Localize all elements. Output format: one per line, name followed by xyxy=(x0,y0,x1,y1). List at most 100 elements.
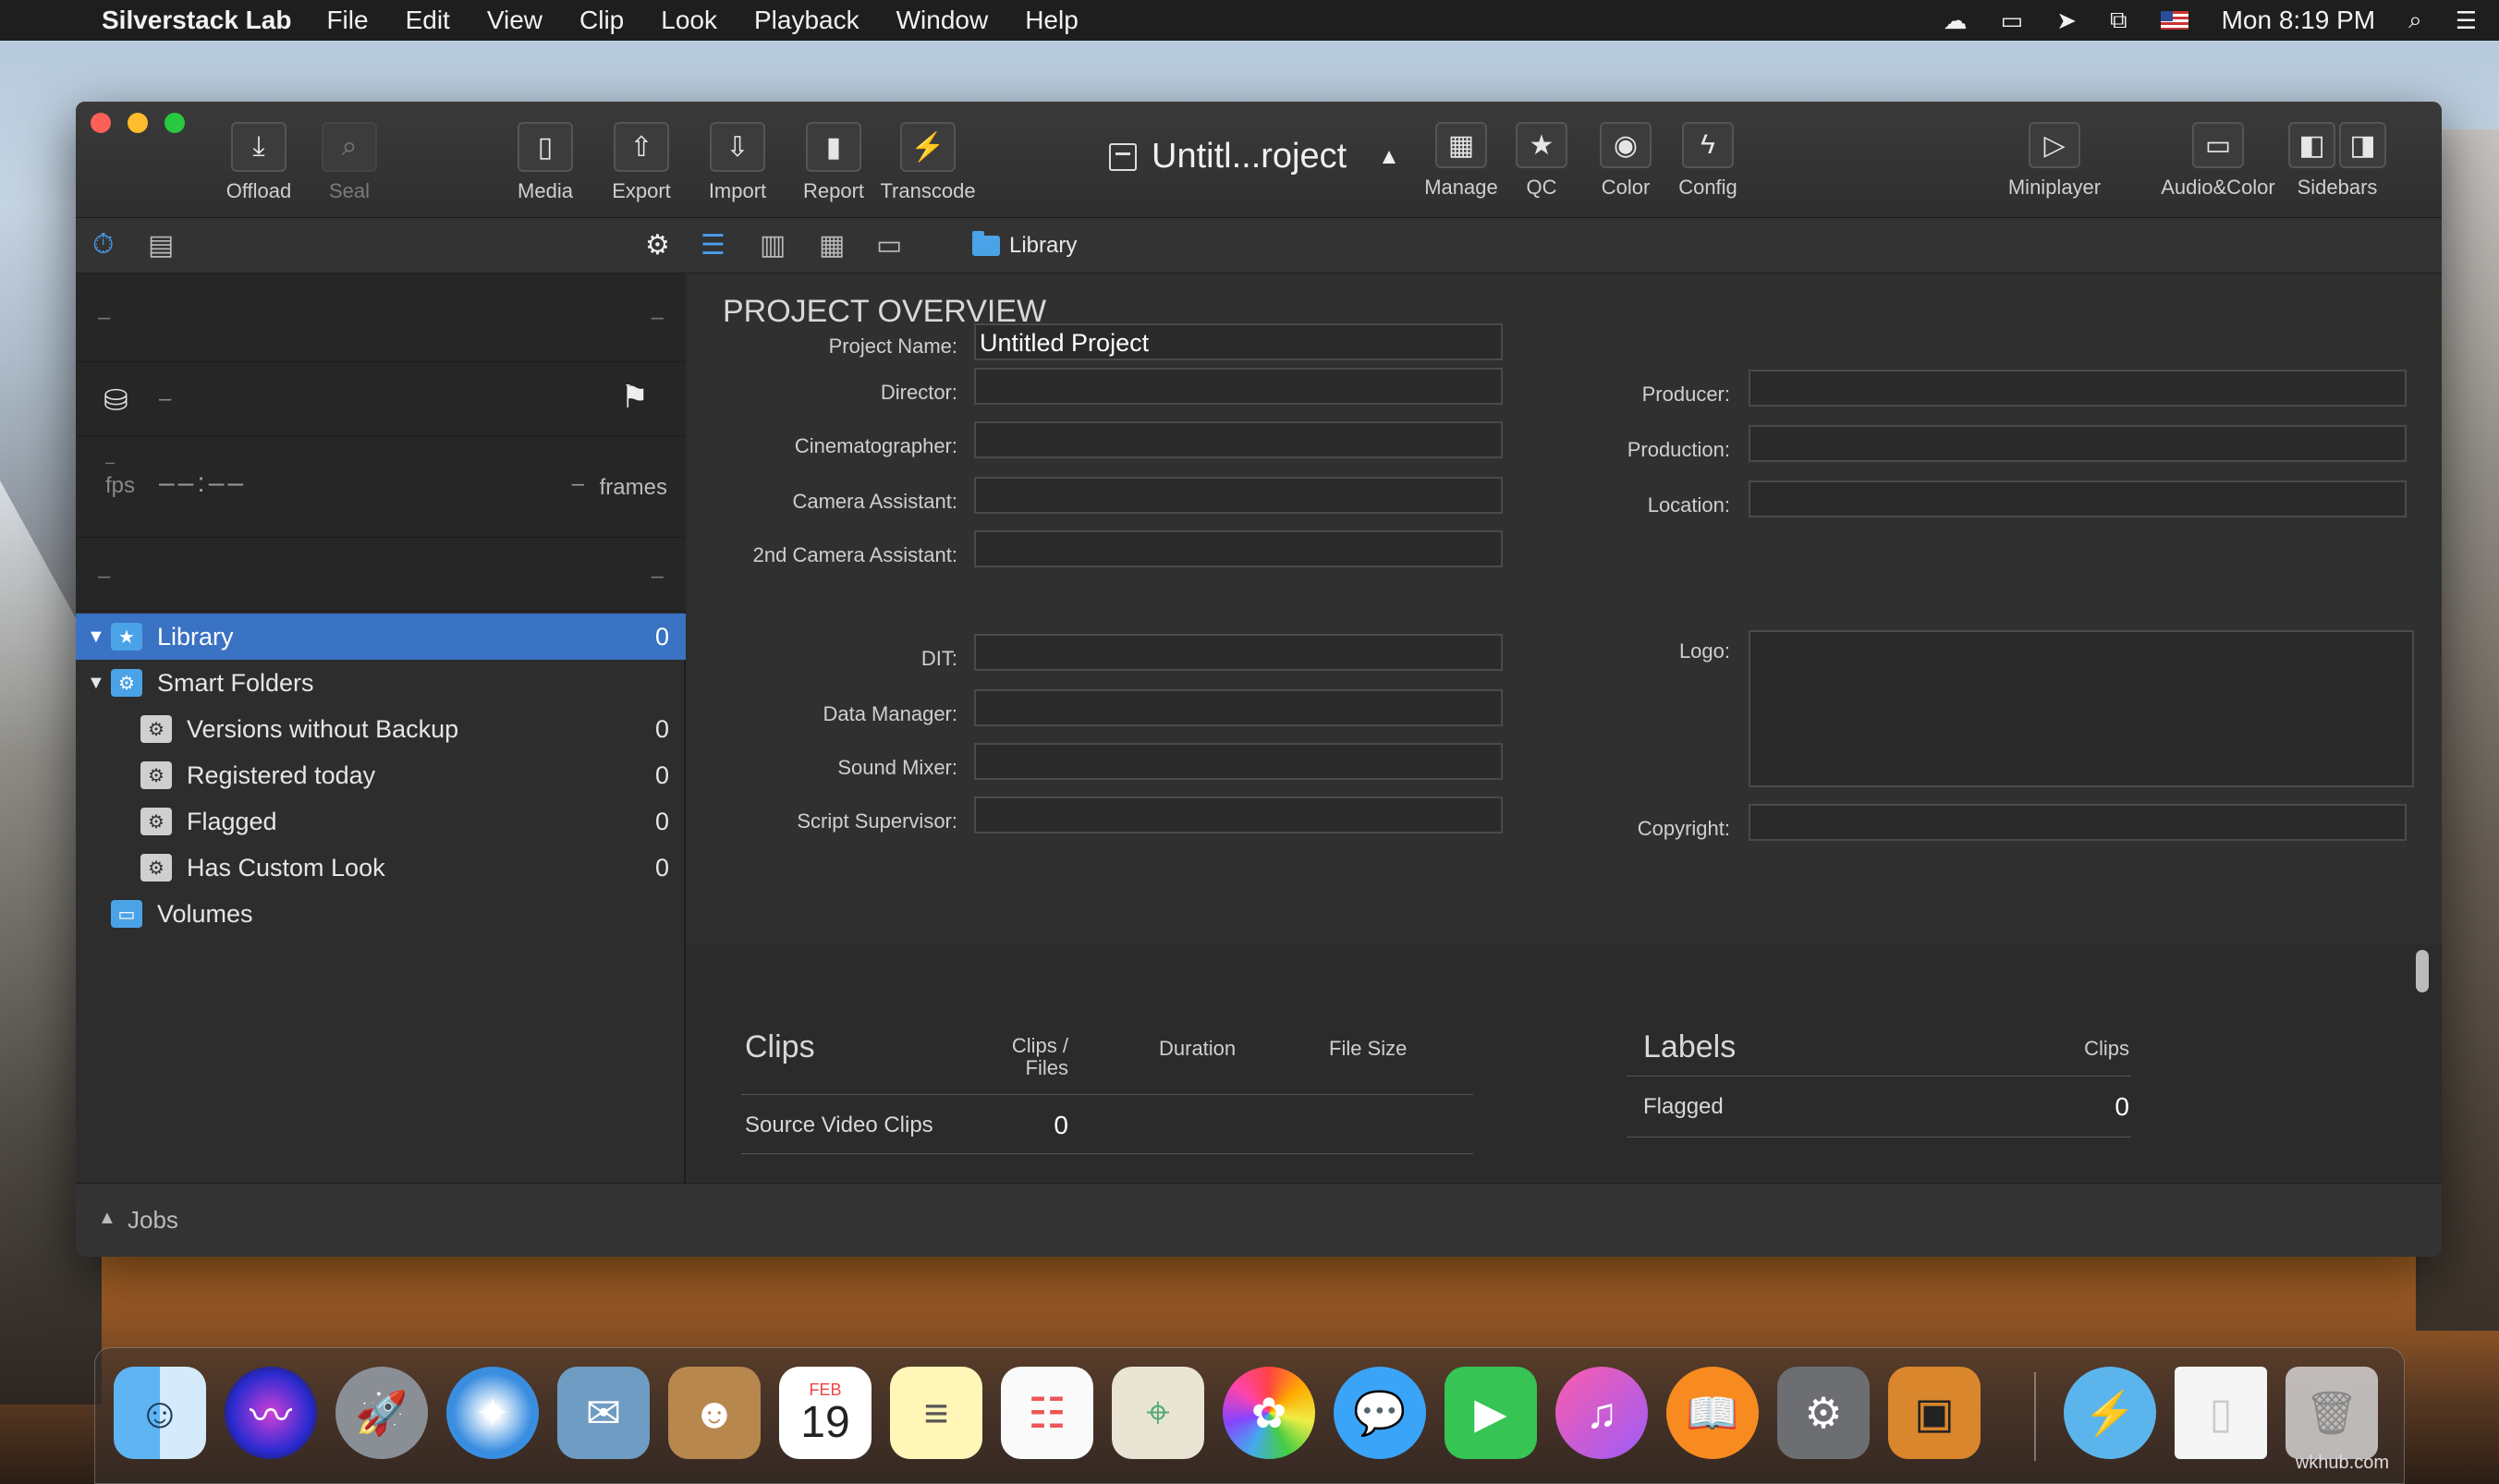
sidebar-item-library[interactable]: ▼ ★ Library 0 xyxy=(76,614,686,660)
reminders-icon[interactable]: ☷ xyxy=(1001,1367,1093,1459)
creative-cloud-icon[interactable]: ☁ xyxy=(1944,6,1968,35)
clock[interactable]: Mon 8:19 PM xyxy=(2222,6,2376,35)
producer-field[interactable] xyxy=(1749,370,2407,407)
seal-label: Seal xyxy=(328,179,371,202)
source-video-clips-label: Source Video Clips xyxy=(745,1113,933,1137)
safari-compass-icon[interactable]: ✦ xyxy=(446,1367,539,1459)
location-field[interactable] xyxy=(1749,480,2407,517)
grid-view-icon[interactable]: ▦ xyxy=(819,229,845,262)
import-button[interactable]: ⇩ Import xyxy=(699,122,776,203)
mail-eagle-icon[interactable]: ✉ xyxy=(557,1367,650,1459)
media-label: Media xyxy=(518,179,573,202)
itunes-icon[interactable]: ♫ xyxy=(1555,1367,1648,1459)
sidebar-item-flagged[interactable]: ⚙ Flagged 0 xyxy=(76,798,686,845)
airplay-display-icon[interactable]: ▭ xyxy=(2001,6,2024,35)
color-wheel-icon: ◉ xyxy=(1600,122,1652,168)
facetime-icon[interactable]: ▶ xyxy=(1445,1367,1537,1459)
close-window-button[interactable] xyxy=(91,113,111,133)
script-supervisor-field[interactable] xyxy=(974,797,1503,833)
export-button[interactable]: ⇧ Export xyxy=(604,122,678,203)
report-button[interactable]: ▮ Report xyxy=(797,122,871,203)
zoom-window-button[interactable] xyxy=(165,113,185,133)
sound-mixer-field[interactable] xyxy=(974,743,1503,780)
siri-icon[interactable]: 〰 xyxy=(225,1367,317,1459)
document-file-icon[interactable]: ▯ xyxy=(2175,1367,2267,1459)
sidebar-info-band-1: – – xyxy=(76,274,686,362)
toolbar: ⤓ Offload ⌕ Seal ▯ Media ⇧ Export ⇩ Impo… xyxy=(76,102,2442,218)
display-mirror-icon[interactable]: ⧉ xyxy=(2110,6,2127,35)
menu-app-name[interactable]: Silverstack Lab xyxy=(102,6,291,35)
production-field[interactable] xyxy=(1749,425,2407,462)
thunder-app-icon[interactable]: ⚡ xyxy=(2064,1367,2156,1459)
location-icon[interactable]: ➤ xyxy=(2056,6,2077,35)
second-camera-assistant-field[interactable] xyxy=(974,530,1503,567)
spotlight-search-icon[interactable]: ⌕ xyxy=(2408,6,2422,35)
menu-help[interactable]: Help xyxy=(1025,6,1079,35)
project-name-field[interactable]: Untitled Project xyxy=(974,323,1503,360)
sidebars-button[interactable]: ◧ ◨ Sidebars xyxy=(2288,122,2386,200)
transcode-button[interactable]: ⚡ Transcode xyxy=(872,122,983,203)
menu-clip[interactable]: Clip xyxy=(579,6,624,35)
notes-icon[interactable]: ≡ xyxy=(890,1367,982,1459)
menu-look[interactable]: Look xyxy=(661,6,717,35)
photos-icon[interactable]: ✿ xyxy=(1223,1367,1315,1459)
maps-icon[interactable]: ⌖ xyxy=(1112,1367,1204,1459)
list-view-icon[interactable]: ☰ xyxy=(701,229,725,262)
qc-button[interactable]: ★ QC xyxy=(1514,122,1569,200)
menu-file[interactable]: File xyxy=(326,6,368,35)
menu-edit[interactable]: Edit xyxy=(406,6,450,35)
seal-button[interactable]: ⌕ Seal xyxy=(312,122,386,203)
audio-color-button[interactable]: ▭ Audio&Color xyxy=(2153,122,2283,200)
camera-assistant-field[interactable] xyxy=(974,477,1503,514)
sidebar-item-registered-today[interactable]: ⚙ Registered today 0 xyxy=(76,752,686,798)
manage-button[interactable]: ▦ Manage xyxy=(1420,122,1503,200)
notification-center-icon[interactable]: ☰ xyxy=(2456,6,2477,35)
timer-icon[interactable]: ⏱ xyxy=(92,229,114,261)
us-flag-icon[interactable] xyxy=(2160,11,2188,30)
column-view-icon[interactable]: ▥ xyxy=(760,229,786,262)
project-eject-icon[interactable]: ▲ xyxy=(1378,144,1400,170)
jobs-bar[interactable]: ▲ Jobs xyxy=(76,1183,2442,1257)
silverstack-lab-icon[interactable]: ▣ xyxy=(1888,1367,1981,1459)
finder-icon[interactable]: ☺ xyxy=(114,1367,206,1459)
player-view-icon[interactable]: ▭ xyxy=(876,229,902,262)
copyright-field[interactable] xyxy=(1749,804,2407,841)
media-button[interactable]: ▯ Media xyxy=(508,122,582,203)
media-icon: ▯ xyxy=(518,122,573,172)
menu-playback[interactable]: Playback xyxy=(754,6,859,35)
data-manager-field[interactable] xyxy=(974,689,1503,726)
breadcrumb[interactable]: Library xyxy=(972,231,1077,259)
offload-button[interactable]: ⤓ Offload xyxy=(222,122,296,203)
system-preferences-gear-icon[interactable]: ⚙ xyxy=(1777,1367,1870,1459)
sidebar-item-has-custom-look[interactable]: ⚙ Has Custom Look 0 xyxy=(76,845,686,891)
scrollbar-thumb[interactable] xyxy=(2416,950,2429,992)
sidebar-item-versions-without-backup[interactable]: ⚙ Versions without Backup 0 xyxy=(76,706,686,752)
disclosure-open-icon[interactable]: ▼ xyxy=(87,673,111,694)
flag-icon[interactable]: ⚑ xyxy=(621,379,649,416)
gear-icon[interactable]: ⚙ xyxy=(645,229,670,262)
minimize-window-button[interactable] xyxy=(128,113,148,133)
disclosure-open-icon[interactable]: ▼ xyxy=(87,626,111,648)
trash-icon[interactable]: 🗑 xyxy=(2286,1367,2378,1459)
logo-drop-area[interactable] xyxy=(1749,630,2414,787)
color-button[interactable]: ◉ Color xyxy=(1593,122,1658,200)
menu-window[interactable]: Window xyxy=(896,6,989,35)
config-button[interactable]: ϟ Config xyxy=(1671,122,1745,200)
sidebar-item-volumes[interactable]: ▭ Volumes xyxy=(76,891,686,937)
project-title[interactable]: Untitl...roject ▲ xyxy=(1109,137,1400,176)
contacts-icon[interactable]: ☻ xyxy=(668,1367,761,1459)
transcode-label: Transcode xyxy=(880,179,976,202)
calendar-icon[interactable]: FEB 19 xyxy=(779,1367,872,1459)
dit-field[interactable] xyxy=(974,634,1503,671)
launchpad-rocket-icon[interactable]: 🚀 xyxy=(335,1367,428,1459)
sidebar-item-smart-folders[interactable]: ▼ ⚙ Smart Folders xyxy=(76,660,686,706)
messages-icon[interactable]: 💬 xyxy=(1334,1367,1426,1459)
cinematographer-field[interactable] xyxy=(974,421,1503,458)
miniplayer-button[interactable]: ▷ Miniplayer xyxy=(1985,122,2124,200)
menu-view[interactable]: View xyxy=(487,6,542,35)
jobs-disclosure-icon[interactable]: ▲ xyxy=(98,1208,116,1229)
item-count: 0 xyxy=(654,807,669,835)
ibooks-icon[interactable]: 📖 xyxy=(1666,1367,1759,1459)
clapper-icon[interactable]: ▤ xyxy=(148,229,174,262)
director-field[interactable] xyxy=(974,368,1503,405)
